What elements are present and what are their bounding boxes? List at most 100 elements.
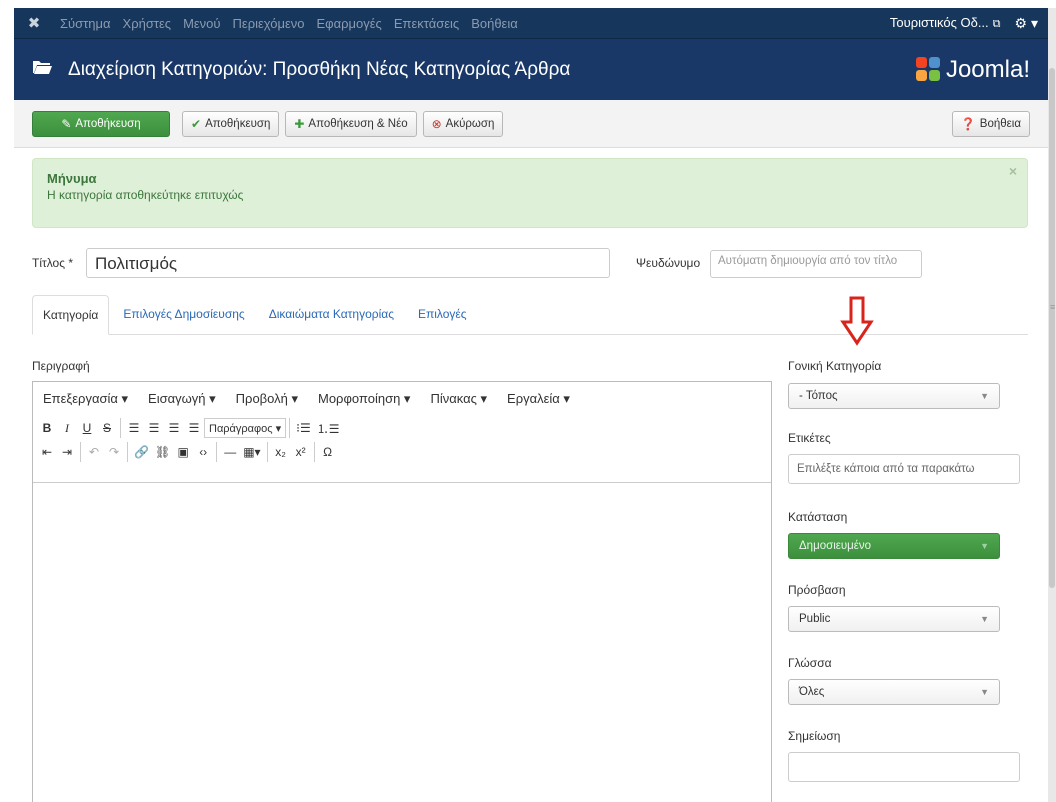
- chevron-down-icon: ▼: [980, 391, 989, 401]
- site-link[interactable]: Τουριστικός Οδ... ⧉: [890, 15, 1001, 31]
- editor-menu-view[interactable]: Προβολή ▾: [236, 391, 298, 407]
- joomla-logo: Joomla!: [915, 56, 1030, 84]
- table-icon[interactable]: ▦▾: [240, 442, 263, 462]
- alias-label: Ψευδώνυμο: [636, 256, 701, 270]
- toolbar-divider: [289, 418, 291, 438]
- parent-category-value: - Τόπος: [799, 390, 838, 402]
- editor-menubar: Επεξεργασία ▾ Εισαγωγή ▾ Προβολή ▾ Μορφο…: [33, 382, 771, 416]
- cancel-label: Ακύρωση: [445, 117, 495, 130]
- toolbar-divider: [80, 442, 81, 462]
- align-right-icon[interactable]: ☰: [164, 418, 184, 438]
- topbar-right: Τουριστικός Οδ... ⧉ ⚙ ▾: [890, 15, 1048, 32]
- language-value: Όλες: [799, 686, 825, 698]
- code-icon[interactable]: ‹›: [193, 442, 213, 462]
- joomla-icon[interactable]: ✖: [20, 14, 48, 32]
- subscript-icon[interactable]: x₂: [271, 442, 291, 462]
- scrollbar-thumb[interactable]: [1049, 68, 1055, 588]
- parent-category-select[interactable]: - Τόπος ▼: [788, 383, 1000, 409]
- save-button-label: Αποθήκευση: [75, 117, 141, 130]
- bold-icon[interactable]: B: [37, 418, 57, 438]
- save-button[interactable]: ✎ Αποθήκευση: [32, 110, 170, 137]
- redo-icon[interactable]: ↷: [104, 442, 124, 462]
- external-link-icon: ⧉: [992, 18, 1001, 30]
- note-label: Σημείωση: [788, 729, 841, 743]
- title-input[interactable]: Πολιτισμός: [86, 248, 610, 278]
- editor-toolbar-row-2: ⇤ ⇥ ↶ ↷ 🔗 ⛓ ▣ ‹› — ▦▾ x₂ x² Ω: [33, 440, 771, 464]
- underline-icon[interactable]: U: [77, 418, 97, 438]
- tab-bar: Κατηγορία Επιλογές Δημοσίευσης Δικαιώματ…: [32, 295, 1028, 335]
- tags-input[interactable]: Επιλέξτε κάποια από τα παρακάτω: [788, 454, 1020, 484]
- editor-toolbar-row-1: B I U S ☰ ☰ ☰ ☰ Παράγραφος ▾ ⁝☰ ⒈☰: [33, 416, 771, 440]
- success-message: Μήνυμα Η κατηγορία αποθηκεύτηκε επιτυχώς…: [32, 158, 1028, 228]
- admin-menu-bar: ✖ Σύστημα Χρήστες Μενού Περιεχόμενο Εφαρ…: [14, 8, 1048, 38]
- question-icon: ❓: [960, 116, 976, 131]
- site-name: Τουριστικός Οδ...: [889, 15, 989, 30]
- toolbar-divider: [127, 442, 128, 462]
- special-char-icon[interactable]: Ω: [318, 442, 338, 462]
- save-close-button[interactable]: ✔ Αποθήκευση: [182, 110, 280, 137]
- superscript-icon[interactable]: x²: [291, 442, 311, 462]
- align-center-icon[interactable]: ☰: [144, 418, 164, 438]
- page-title: Διαχείριση Κατηγοριών: Προσθήκη Νέας Κατ…: [68, 58, 571, 80]
- editor-menu-format[interactable]: Μορφοποίηση ▾: [318, 391, 410, 407]
- toolbar-divider: [313, 442, 315, 462]
- access-select[interactable]: Public ▼: [788, 606, 1000, 632]
- editor-menu-table[interactable]: Πίνακας ▾: [430, 391, 487, 407]
- description-label: Περιγραφή: [32, 359, 90, 373]
- language-select[interactable]: Όλες ▼: [788, 679, 1000, 705]
- edit-icon: ✎: [61, 116, 72, 131]
- cancel-button[interactable]: ⊗ Ακύρωση: [422, 110, 504, 137]
- strikethrough-icon[interactable]: S: [97, 418, 117, 438]
- undo-icon[interactable]: ↶: [84, 442, 104, 462]
- align-justify-icon[interactable]: ☰: [184, 418, 204, 438]
- numbered-list-icon[interactable]: ⒈☰: [314, 418, 343, 438]
- menu-item-menus[interactable]: Μενού: [177, 16, 226, 31]
- access-value: Public: [799, 613, 831, 625]
- alias-input[interactable]: Αυτόματη δημιουργία από τον τίτλο: [710, 250, 922, 278]
- tab-permissions[interactable]: Δικαιώματα Κατηγορίας: [259, 294, 404, 334]
- message-text: Η κατηγορία αποθηκεύτηκε επιτυχώς: [47, 188, 244, 202]
- menu-item-extensions[interactable]: Επεκτάσεις: [388, 16, 465, 31]
- image-icon[interactable]: ▣: [173, 442, 193, 462]
- help-button[interactable]: ❓ Βοήθεια: [951, 110, 1030, 137]
- page-scrollbar[interactable]: [1048, 8, 1056, 802]
- close-icon[interactable]: ×: [1009, 163, 1017, 179]
- note-input[interactable]: [788, 752, 1020, 782]
- indent-icon[interactable]: ⇥: [57, 442, 77, 462]
- menu-item-system[interactable]: Σύστημα: [54, 16, 117, 31]
- parent-category-label: Γονική Κατηγορία: [788, 359, 882, 373]
- status-select[interactable]: Δημοσιευμένο ▼: [788, 533, 1000, 559]
- access-label: Πρόσβαση: [788, 583, 846, 597]
- menu-item-users[interactable]: Χρήστες: [117, 16, 178, 31]
- tags-label: Ετικέτες: [788, 431, 831, 445]
- tab-options[interactable]: Επιλογές: [408, 294, 477, 334]
- align-left-icon[interactable]: ☰: [124, 418, 144, 438]
- main-menu: Σύστημα Χρήστες Μενού Περιεχόμενο Εφαρμο…: [54, 16, 524, 31]
- save-close-label: Αποθήκευση: [205, 117, 271, 130]
- message-heading: Μήνυμα: [47, 171, 97, 186]
- editor-menu-insert[interactable]: Εισαγωγή ▾: [148, 391, 216, 407]
- format-select[interactable]: Παράγραφος ▾: [204, 418, 287, 438]
- arrow-down-icon: [840, 296, 874, 346]
- chevron-down-icon: ▼: [980, 687, 989, 697]
- menu-item-content[interactable]: Περιεχόμενο: [227, 16, 311, 31]
- italic-icon[interactable]: I: [57, 418, 77, 438]
- tab-publishing[interactable]: Επιλογές Δημοσίευσης: [113, 294, 254, 334]
- menu-item-help[interactable]: Βοήθεια: [465, 16, 524, 31]
- outdent-icon[interactable]: ⇤: [37, 442, 57, 462]
- page-header: Διαχείριση Κατηγοριών: Προσθήκη Νέας Κατ…: [14, 38, 1048, 100]
- editor-menu-tools[interactable]: Εργαλεία ▾: [507, 391, 570, 407]
- help-label: Βοήθεια: [979, 117, 1021, 130]
- horizontal-rule-icon[interactable]: —: [220, 442, 240, 462]
- bullet-list-icon[interactable]: ⁝☰: [293, 418, 314, 438]
- save-new-button[interactable]: ✚ Αποθήκευση & Νέο: [285, 110, 417, 137]
- editor-content-area[interactable]: [33, 482, 771, 802]
- menu-item-components[interactable]: Εφαρμογές: [311, 16, 388, 31]
- unlink-icon[interactable]: ⛓: [152, 442, 173, 462]
- editor-menu-edit[interactable]: Επεξεργασία ▾: [43, 391, 128, 407]
- plus-icon: ✚: [294, 116, 305, 131]
- gear-icon[interactable]: ⚙ ▾: [1015, 15, 1038, 32]
- tab-category[interactable]: Κατηγορία: [32, 295, 110, 335]
- link-icon[interactable]: 🔗: [131, 442, 152, 462]
- description-editor: Επεξεργασία ▾ Εισαγωγή ▾ Προβολή ▾ Μορφο…: [32, 381, 772, 802]
